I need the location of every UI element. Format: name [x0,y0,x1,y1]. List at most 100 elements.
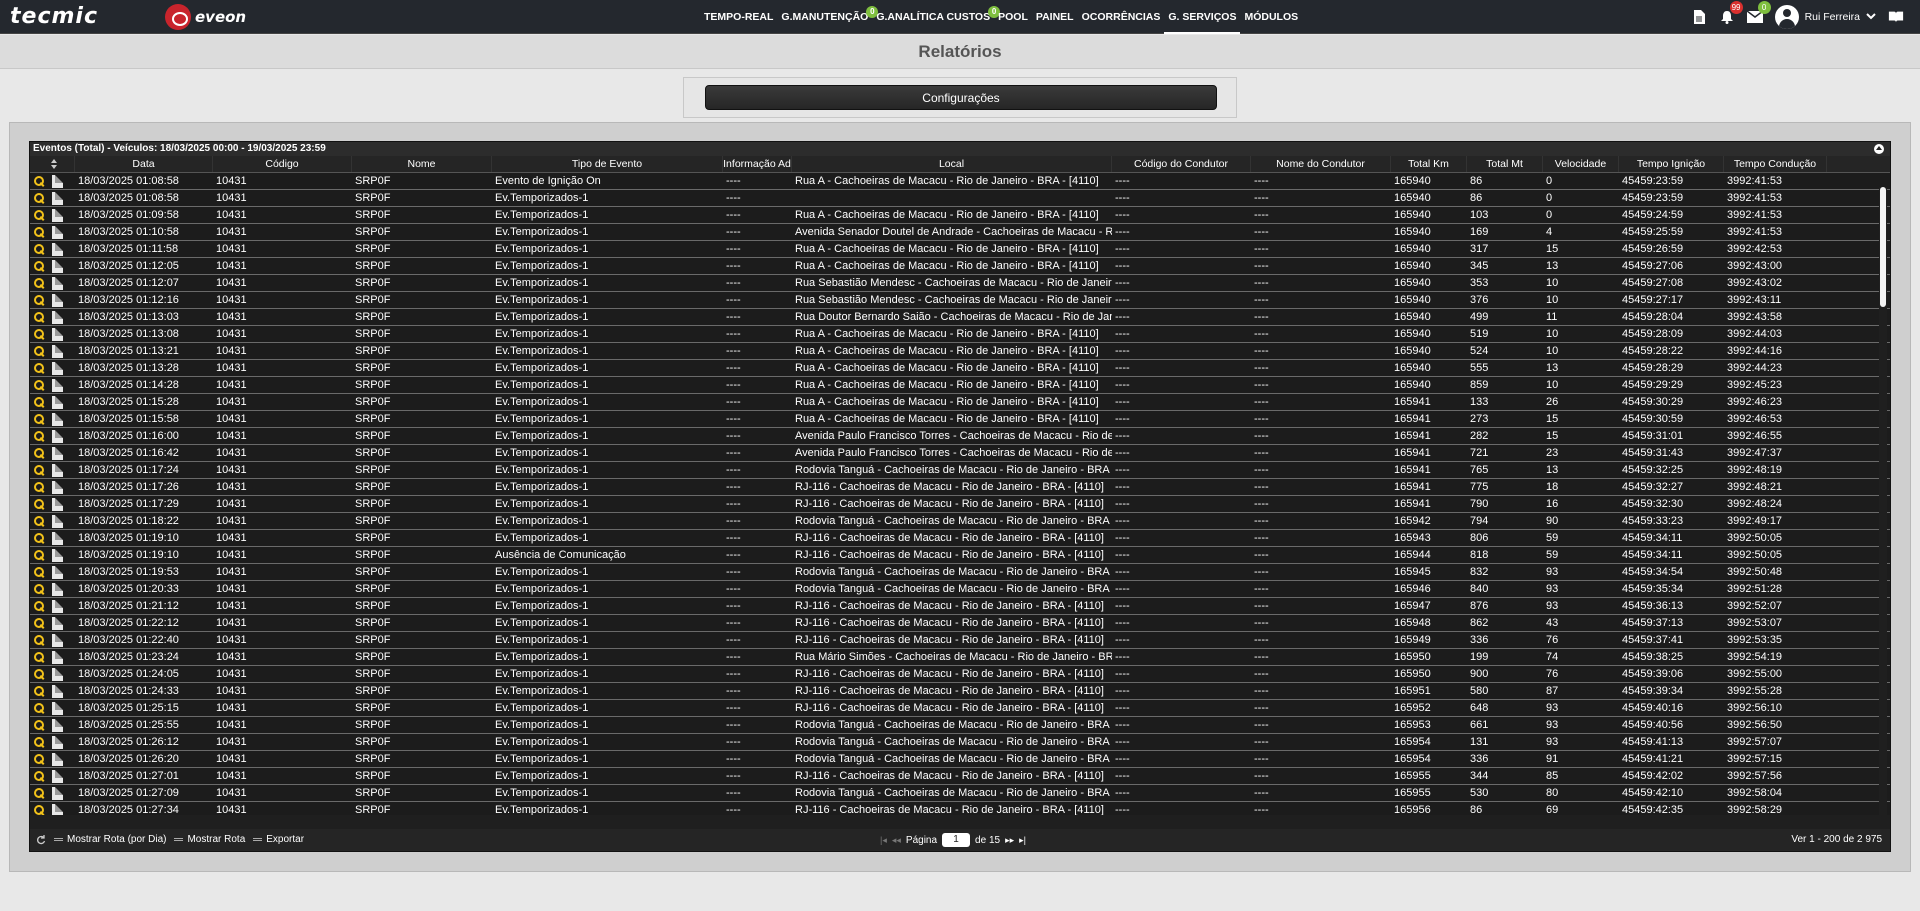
scroll-thumb[interactable] [1880,187,1886,307]
zoom-icon[interactable] [34,210,44,220]
table-row[interactable]: 18/03/2025 01:08:58 10431 SRP0F Ev.Temporiz… [30,190,1890,207]
document-icon[interactable] [52,412,63,426]
document-icon[interactable] [52,259,63,273]
zoom-icon[interactable] [34,516,44,526]
column-header[interactable]: Informação Ad [723,156,792,172]
column-header[interactable]: Código [213,156,352,172]
document-icon[interactable] [52,225,63,239]
table-row[interactable]: 18/03/2025 01:09:58 10431 SRP0F Ev.Temporiz… [30,207,1890,224]
document-icon[interactable] [52,395,63,409]
document-icon[interactable] [52,769,63,783]
table-row[interactable]: 18/03/2025 01:19:10 10431 SRP0F Ev.Temporiz… [30,530,1890,547]
document-icon[interactable] [52,497,63,511]
table-row[interactable]: 18/03/2025 01:13:21 10431 SRP0F Ev.Temporiz… [30,343,1890,360]
config-button[interactable]: Configurações [705,85,1217,110]
document-icon[interactable] [52,208,63,222]
grid-scrollbar[interactable] [1879,187,1887,829]
table-row[interactable]: 18/03/2025 01:17:29 10431 SRP0F Ev.Temporiz… [30,496,1890,513]
first-page-icon[interactable]: |◂ [880,835,887,846]
document-icon[interactable] [52,582,63,596]
zoom-icon[interactable] [34,482,44,492]
sort-column[interactable] [30,156,75,172]
zoom-icon[interactable] [34,465,44,475]
table-row[interactable]: 18/03/2025 01:27:09 10431 SRP0F Ev.Temporiz… [30,785,1890,802]
document-icon[interactable] [52,446,63,460]
nav-item-3[interactable]: POOL [994,0,1032,34]
nav-item-0[interactable]: TEMPO-REAL [700,0,777,34]
document-icon[interactable] [52,463,63,477]
table-row[interactable]: 18/03/2025 01:12:16 10431 SRP0F Ev.Temporiz… [30,292,1890,309]
table-row[interactable]: 18/03/2025 01:22:40 10431 SRP0F Ev.Temporiz… [30,632,1890,649]
column-header[interactable]: Data [75,156,213,172]
document-icon[interactable] [52,310,63,324]
document-icon[interactable] [1691,9,1707,25]
zoom-icon[interactable] [34,278,44,288]
table-row[interactable]: 18/03/2025 01:15:58 10431 SRP0F Ev.Temporiz… [30,411,1890,428]
refresh-icon[interactable] [36,834,46,845]
document-icon[interactable] [52,735,63,749]
table-row[interactable]: 18/03/2025 01:24:05 10431 SRP0F Ev.Temporiz… [30,666,1890,683]
column-header[interactable]: Tipo de Evento [492,156,723,172]
document-icon[interactable] [52,633,63,647]
table-row[interactable]: 18/03/2025 01:10:58 10431 SRP0F Ev.Temporiz… [30,224,1890,241]
table-row[interactable]: 18/03/2025 01:26:12 10431 SRP0F Ev.Temporiz… [30,734,1890,751]
table-row[interactable]: 18/03/2025 01:23:24 10431 SRP0F Ev.Temporiz… [30,649,1890,666]
next-page-icon[interactable]: ▸▸ [1005,835,1014,846]
nav-item-2[interactable]: G.ANALÍTICA CUSTOS 0 [872,0,1001,34]
nav-item-6[interactable]: G. SERVIÇOS [1164,0,1241,34]
table-row[interactable]: 18/03/2025 01:19:53 10431 SRP0F Ev.Temporiz… [30,564,1890,581]
table-row[interactable]: 18/03/2025 01:20:33 10431 SRP0F Ev.Temporiz… [30,581,1890,598]
table-row[interactable]: 18/03/2025 01:11:58 10431 SRP0F Ev.Temporiz… [30,241,1890,258]
column-header[interactable]: Local [792,156,1112,172]
column-header[interactable]: Código do Condutor [1112,156,1251,172]
zoom-icon[interactable] [34,397,44,407]
nav-item-1[interactable]: G.MANUTENÇÃO 0 [777,0,879,34]
document-icon[interactable] [52,667,63,681]
table-row[interactable]: 18/03/2025 01:08:58 10431 SRP0F Evento de I… [30,173,1890,190]
zoom-icon[interactable] [34,703,44,713]
document-icon[interactable] [52,514,63,528]
zoom-icon[interactable] [34,346,44,356]
table-row[interactable]: 18/03/2025 01:15:28 10431 SRP0F Ev.Temporiz… [30,394,1890,411]
zoom-icon[interactable] [34,635,44,645]
book-icon[interactable] [1888,9,1904,25]
zoom-icon[interactable] [34,737,44,747]
zoom-icon[interactable] [34,550,44,560]
table-row[interactable]: 18/03/2025 01:13:08 10431 SRP0F Ev.Temporiz… [30,326,1890,343]
document-icon[interactable] [52,429,63,443]
column-header[interactable]: Tempo Condução [1724,156,1827,172]
nav-item-4[interactable]: PAINEL [1032,0,1078,34]
document-icon[interactable] [52,174,63,188]
zoom-icon[interactable] [34,499,44,509]
zoom-icon[interactable] [34,788,44,798]
table-row[interactable]: 18/03/2025 01:16:42 10431 SRP0F Ev.Temporiz… [30,445,1890,462]
table-row[interactable]: 18/03/2025 01:13:03 10431 SRP0F Ev.Temporiz… [30,309,1890,326]
table-row[interactable]: 18/03/2025 01:17:26 10431 SRP0F Ev.Temporiz… [30,479,1890,496]
export-button[interactable]: Exportar [253,834,304,845]
document-icon[interactable] [52,803,63,815]
zoom-icon[interactable] [34,567,44,577]
zoom-icon[interactable] [34,193,44,203]
zoom-icon[interactable] [34,805,44,815]
document-icon[interactable] [52,327,63,341]
zoom-icon[interactable] [34,295,44,305]
zoom-icon[interactable] [34,686,44,696]
document-icon[interactable] [52,548,63,562]
zoom-icon[interactable] [34,720,44,730]
zoom-icon[interactable] [34,652,44,662]
table-row[interactable]: 18/03/2025 01:12:05 10431 SRP0F Ev.Temporiz… [30,258,1890,275]
zoom-icon[interactable] [34,618,44,628]
zoom-icon[interactable] [34,669,44,679]
document-icon[interactable] [52,616,63,630]
document-icon[interactable] [52,650,63,664]
column-header[interactable]: Nome [352,156,492,172]
eveon-logo[interactable]: eveon [165,3,246,31]
tecmic-logo[interactable]: tecmic [10,6,98,28]
nav-item-7[interactable]: MÓDULOS [1240,0,1302,34]
table-row[interactable]: 18/03/2025 01:14:28 10431 SRP0F Ev.Temporiz… [30,377,1890,394]
document-icon[interactable] [52,752,63,766]
zoom-icon[interactable] [34,448,44,458]
column-header[interactable]: Total Mt [1467,156,1543,172]
zoom-icon[interactable] [34,771,44,781]
document-icon[interactable] [52,718,63,732]
